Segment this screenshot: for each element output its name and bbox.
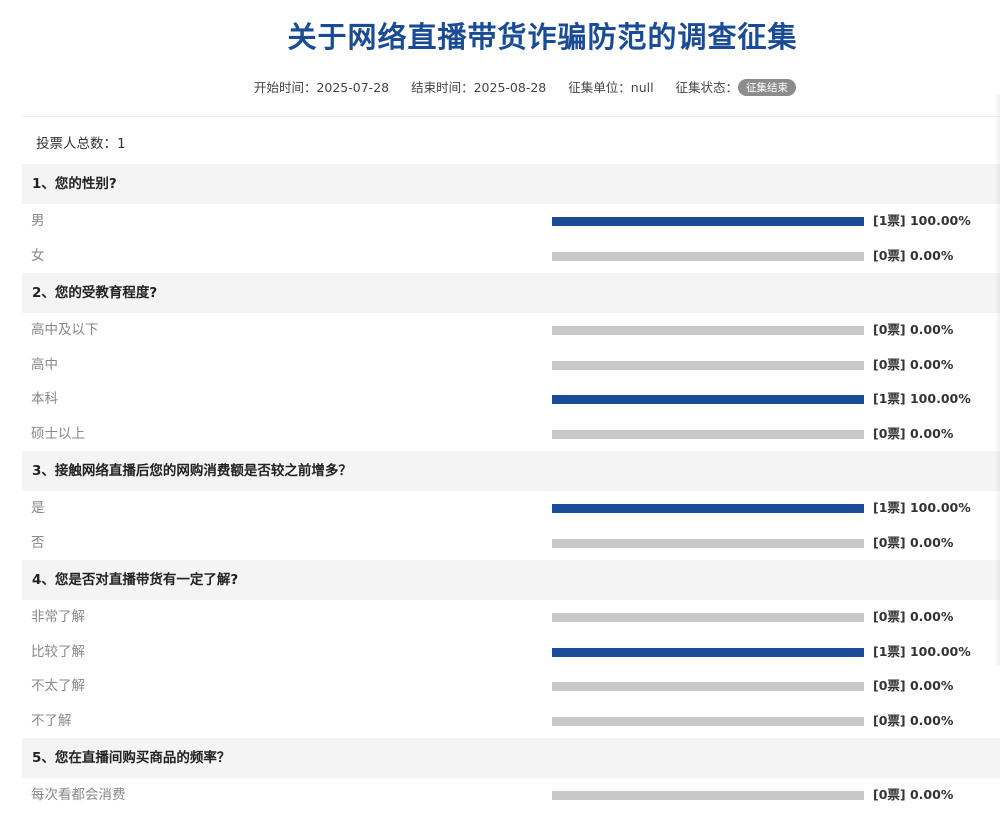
end-time-label: 结束时间：: [411, 80, 474, 95]
vote-progress-bar: [552, 682, 864, 691]
vote-progress-bar: [552, 395, 864, 404]
vote-stat: [1票] 100.00%: [873, 391, 971, 406]
option-label: 否: [31, 534, 45, 551]
status-badge: 征集结束: [738, 79, 797, 96]
option-row: 比较了解 [1票] 100.00%: [22, 635, 1000, 670]
vote-progress-bar: [552, 429, 864, 439]
vote-progress-fill: [552, 504, 864, 513]
question-title: 5、您在直播间购买商品的频率？: [22, 738, 1000, 778]
option-label: 高中及以下: [31, 322, 99, 338]
option-row: 女 [0票] 0.00%: [22, 239, 1000, 274]
vote-stat: [0票] 0.00%: [873, 322, 954, 337]
collecting-unit: 征集单位：null: [568, 80, 653, 95]
question-title: 1、您的性别?: [22, 164, 1000, 204]
option-row: 男 [1票] 100.00%: [22, 204, 1000, 239]
start-time: 开始时间：2025-07-28: [254, 80, 389, 95]
question-list: 1、您的性别? 男 [1票] 100.00% 女 [0票] 0.00% 2、您的受教育程度…: [22, 164, 1000, 813]
option-row: 不太了解 [0票] 0.00%: [22, 669, 1000, 704]
question-title: 4、您是否对直播带货有一定了解?: [22, 560, 1000, 600]
vote-progress-bar: [552, 647, 864, 657]
vote-progress-bar: [552, 538, 864, 548]
option-label: 每次看都会消费: [31, 787, 126, 803]
vote-progress-bar: [552, 360, 864, 370]
vote-progress-bar: [552, 791, 864, 800]
option-label: 不了解: [31, 712, 72, 729]
vote-stat: [0票] 0.00%: [873, 534, 954, 550]
vote-stat: [0票] 0.00%: [873, 356, 954, 372]
vote-stat: [0票] 0.00%: [873, 678, 954, 693]
vote-progress-bar: [552, 326, 864, 335]
collection-status-label: 征集状态：: [675, 80, 739, 95]
vote-stat: [1票] 100.00%: [873, 500, 971, 515]
option-row: 是 [1票] 100.00%: [22, 491, 1000, 526]
vote-progress-bar: [552, 504, 864, 513]
option-row: 高中及以下 [0票] 0.00%: [22, 313, 1000, 348]
vote-progress-fill: [552, 217, 864, 226]
collection-status: 征集状态： 征集结束: [675, 79, 797, 96]
option-row: 否 [0票] 0.00%: [22, 526, 1000, 561]
vote-progress-bar: [552, 251, 864, 261]
option-row: 非常了解 [0票] 0.00%: [22, 600, 1000, 635]
option-label: 男: [31, 213, 45, 229]
option-row: 硕士以上 [0票] 0.00%: [22, 417, 1000, 452]
option-label: 是: [31, 500, 45, 516]
end-time-value: 2025-08-28: [473, 80, 547, 95]
option-row: 高中 [0票] 0.00%: [22, 348, 1000, 383]
option-label: 比较了解: [31, 643, 85, 660]
vote-stat: [0票] 0.00%: [873, 787, 954, 802]
option-row: 每次看都会消费 [0票] 0.00%: [22, 778, 1000, 813]
option-label: 非常了解: [31, 609, 85, 625]
vote-stat: [1票] 100.00%: [873, 213, 971, 228]
option-row: 本科 [1票] 100.00%: [22, 382, 1000, 417]
vote-progress-bar: [552, 613, 864, 622]
vote-progress-fill: [552, 395, 864, 404]
option-row: 不了解 [0票] 0.00%: [22, 704, 1000, 739]
header-divider: [22, 116, 1000, 117]
survey-meta: 开始时间：2025-07-28 结束时间：2025-08-28 征集单位：nul…: [0, 77, 1000, 96]
option-label: 高中: [31, 356, 58, 373]
start-time-label: 开始时间：: [253, 80, 317, 95]
option-label: 本科: [31, 391, 58, 407]
option-label: 不太了解: [31, 678, 85, 694]
vote-progress-bar: [552, 217, 864, 226]
question-title: 3、接触网络直播后您的网购消费额是否较之前增多？: [22, 451, 1000, 491]
start-time-value: 2025-07-28: [316, 80, 390, 95]
end-time: 结束时间：2025-08-28: [411, 80, 546, 95]
page-title: 关于网络直播带货诈骗防范的调查征集: [287, 20, 798, 54]
vote-stat: [0票] 0.00%: [873, 247, 954, 263]
vote-stat: [0票] 0.00%: [873, 712, 954, 728]
question-title: 2、您的受教育程度?: [22, 273, 1000, 313]
collecting-unit-label: 征集单位：: [568, 80, 631, 95]
vote-stat: [0票] 0.00%: [873, 425, 954, 441]
scrollbar-shadow: [995, 95, 1000, 665]
option-label: 女: [31, 247, 45, 264]
vote-progress-fill: [552, 647, 864, 657]
vote-progress-bar: [552, 716, 864, 726]
vote-stat: [1票] 100.00%: [873, 643, 971, 659]
option-label: 硕士以上: [31, 425, 85, 442]
collecting-unit-value: null: [630, 80, 654, 95]
total-voters: 投票人总数：1: [36, 136, 126, 152]
vote-stat: [0票] 0.00%: [873, 609, 954, 624]
